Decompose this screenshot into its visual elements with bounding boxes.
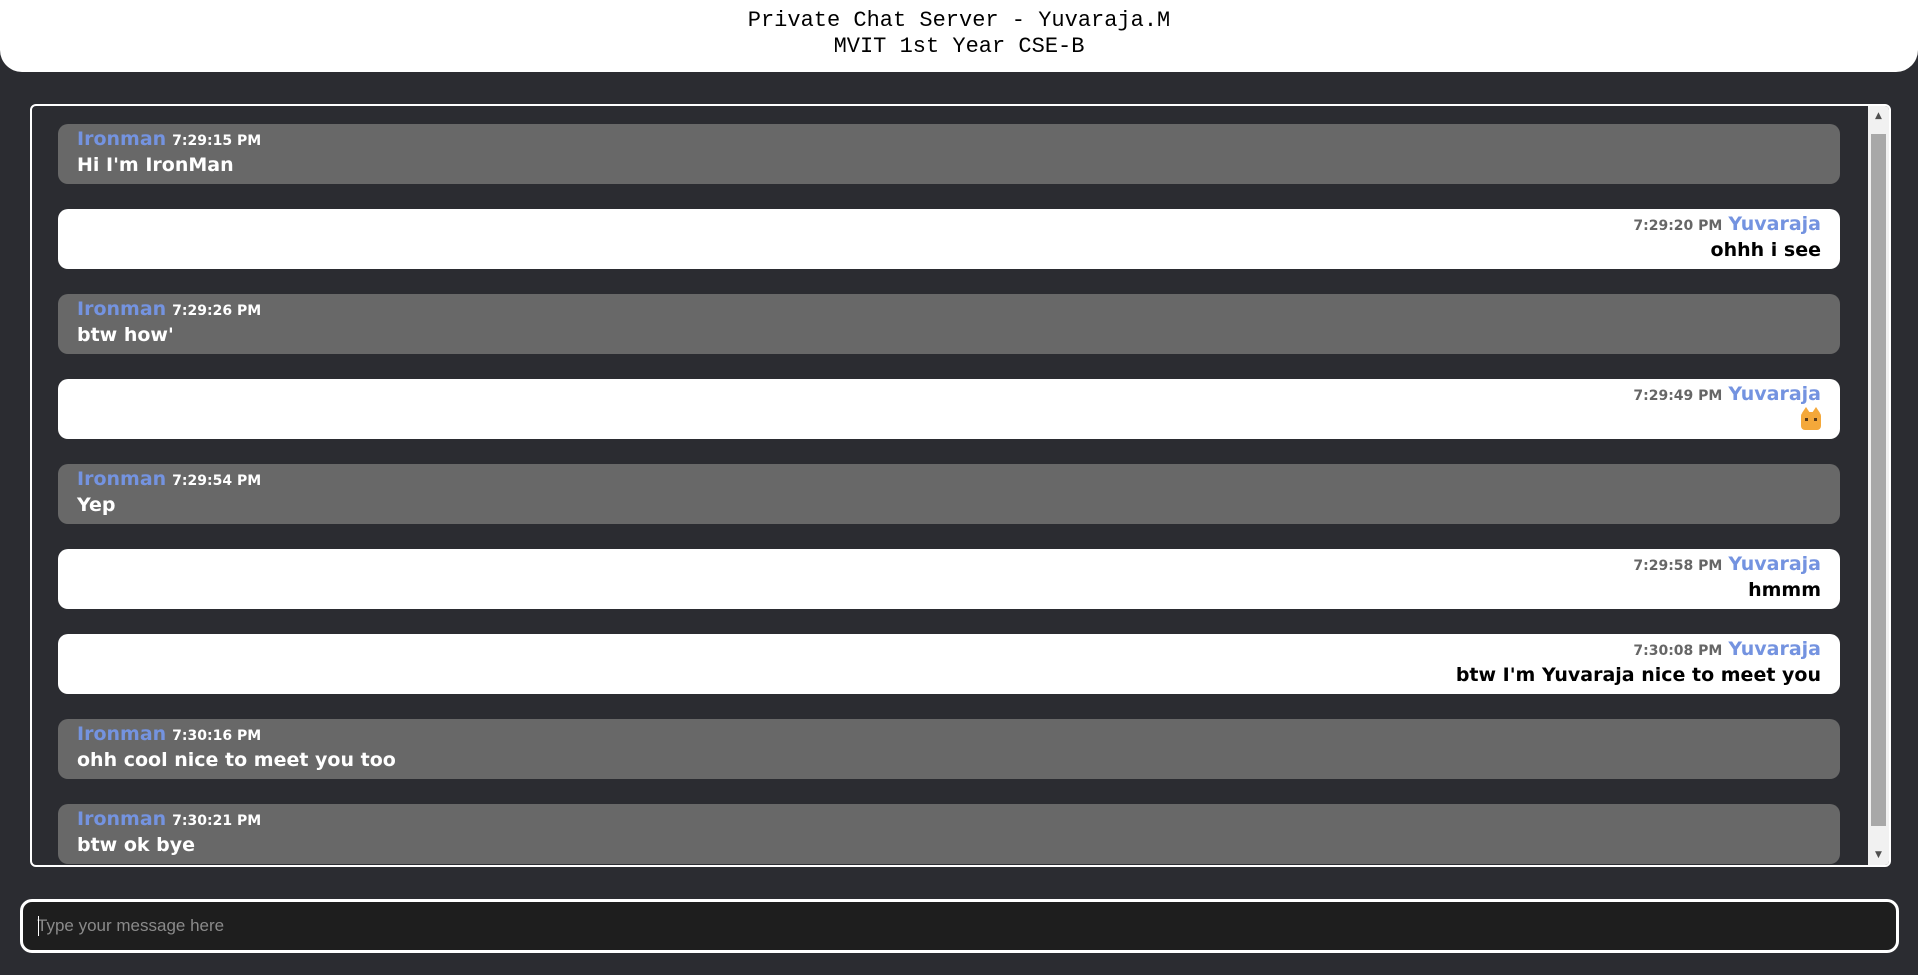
message-time: 7:29:20 PM xyxy=(1633,218,1723,234)
message-composer xyxy=(20,899,1899,953)
message-time: 7:30:21 PM xyxy=(172,813,262,829)
message-bubble-outgoing: 7:29:58 PM Yuvaraja hmmm xyxy=(58,549,1840,609)
message-time: 7:29:54 PM xyxy=(172,473,262,489)
message-meta: 7:29:49 PM Yuvaraja xyxy=(77,382,1821,407)
message-bubble-outgoing: 7:29:20 PM Yuvaraja ohhh i see xyxy=(58,209,1840,269)
message-sender: Ironman xyxy=(77,298,167,320)
message-text: btw I'm Yuvaraja nice to meet you xyxy=(1455,664,1821,686)
message-meta: Ironman 7:29:54 PM xyxy=(77,467,1821,492)
message-text xyxy=(77,406,1821,433)
scrollbar-thumb[interactable] xyxy=(1871,134,1886,826)
message-text: btw ok bye xyxy=(77,834,196,856)
chat-log[interactable]: Ironman 7:29:15 PM Hi I'm IronMan 7:29:20… xyxy=(30,104,1891,867)
message-meta: Ironman 7:30:16 PM xyxy=(77,722,1821,747)
message-time: 7:30:08 PM xyxy=(1633,643,1723,659)
message-time: 7:29:58 PM xyxy=(1633,558,1723,574)
message-time: 7:29:26 PM xyxy=(172,303,262,319)
message-bubble-outgoing: 7:30:08 PM Yuvaraja btw I'm Yuvaraja nice… xyxy=(58,634,1840,694)
message-text: hmmm xyxy=(1748,579,1821,601)
message-list: Ironman 7:29:15 PM Hi I'm IronMan 7:29:20… xyxy=(32,106,1868,865)
page-subtitle: MVIT 1st Year CSE-B xyxy=(833,34,1085,59)
message-text: btw how' xyxy=(77,324,174,346)
message-time: 7:29:15 PM xyxy=(172,133,262,149)
message-meta: Ironman 7:29:15 PM xyxy=(77,127,1821,152)
message-time: 7:30:16 PM xyxy=(172,728,262,744)
message-sender: Ironman xyxy=(77,808,167,830)
message-text: ohhh i see xyxy=(1710,239,1821,261)
message-sender: Ironman xyxy=(77,128,167,150)
scroll-down-arrow-icon[interactable]: ▼ xyxy=(1868,845,1889,865)
message-meta: Ironman 7:30:21 PM xyxy=(77,807,1821,832)
message-input[interactable] xyxy=(23,902,1896,950)
cat-face-icon xyxy=(1801,406,1821,430)
message-sender: Ironman xyxy=(77,723,167,745)
scroll-up-arrow-icon[interactable]: ▲ xyxy=(1868,106,1889,126)
message-meta: 7:30:08 PM Yuvaraja xyxy=(77,637,1821,662)
message-text: ohh cool nice to meet you too xyxy=(77,749,396,771)
message-text: Yep xyxy=(77,494,116,516)
message-time: 7:29:49 PM xyxy=(1633,388,1723,404)
message-sender: Yuvaraja xyxy=(1728,383,1821,405)
message-meta: Ironman 7:29:26 PM xyxy=(77,297,1821,322)
text-cursor xyxy=(38,916,39,936)
message-sender: Ironman xyxy=(77,468,167,490)
message-text: Hi I'm IronMan xyxy=(77,154,234,176)
message-bubble-incoming: Ironman 7:29:26 PM btw how' xyxy=(58,294,1840,354)
message-bubble-incoming: Ironman 7:29:54 PM Yep xyxy=(58,464,1840,524)
message-bubble-incoming: Ironman 7:29:15 PM Hi I'm IronMan xyxy=(58,124,1840,184)
message-bubble-incoming: Ironman 7:30:21 PM btw ok bye xyxy=(58,804,1840,864)
message-sender: Yuvaraja xyxy=(1728,213,1821,235)
message-bubble-outgoing: 7:29:49 PM Yuvaraja xyxy=(58,379,1840,439)
message-sender: Yuvaraja xyxy=(1728,638,1821,660)
message-sender: Yuvaraja xyxy=(1728,553,1821,575)
page-header: Private Chat Server - Yuvaraja.M MVIT 1s… xyxy=(0,0,1918,72)
message-meta: 7:29:20 PM Yuvaraja xyxy=(77,212,1821,237)
message-meta: 7:29:58 PM Yuvaraja xyxy=(77,552,1821,577)
page-title: Private Chat Server - Yuvaraja.M xyxy=(747,8,1171,33)
message-bubble-incoming: Ironman 7:30:16 PM ohh cool nice to meet … xyxy=(58,719,1840,779)
vertical-scrollbar[interactable]: ▲ ▼ xyxy=(1868,106,1889,865)
